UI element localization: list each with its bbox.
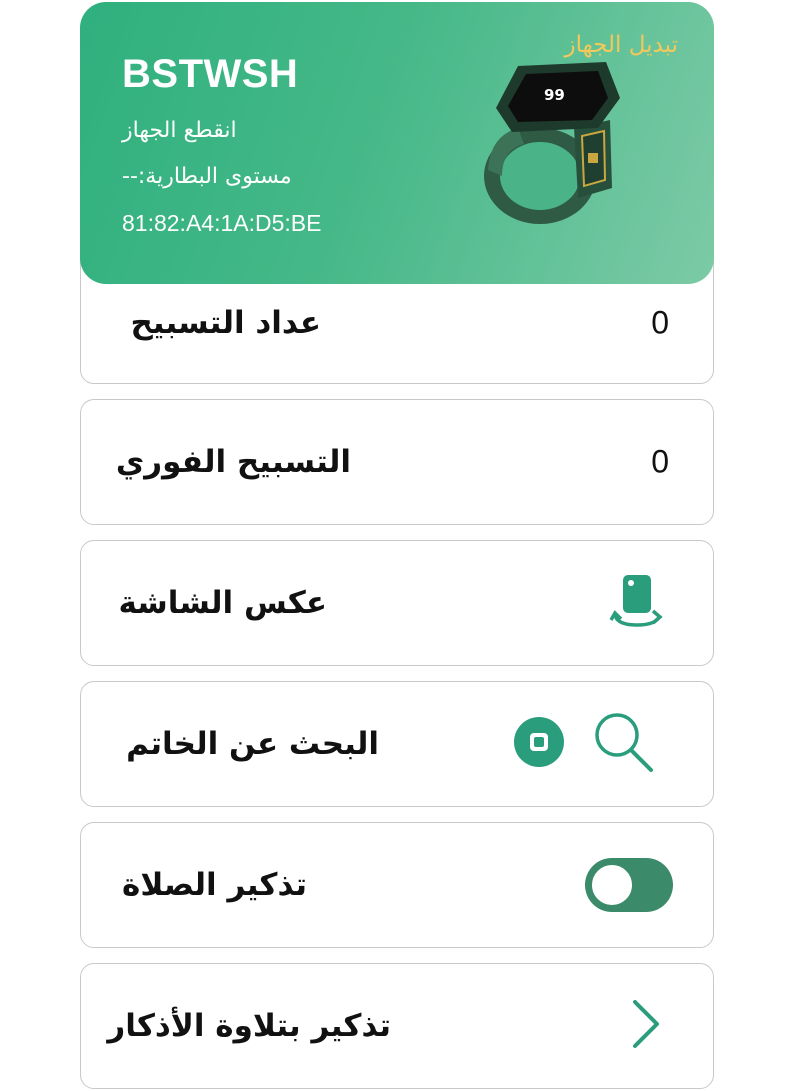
chevron-right-icon[interactable] [631, 998, 661, 1054]
toggle-knob [589, 862, 635, 908]
instant-tasbih-label: التسبيح الفوري [115, 444, 351, 480]
adhkar-reminder-label: تذكير بتلاوة الأذكار [107, 1008, 391, 1044]
instant-tasbih-value: 0 [651, 443, 669, 480]
smart-ring-image: 99 [484, 62, 620, 224]
prayer-reminder-toggle[interactable] [585, 858, 673, 912]
mac-address: 81:82:A4:1A:D5:BE [122, 210, 322, 236]
ring-display-digits: 99 [544, 86, 565, 104]
search-icon[interactable] [591, 709, 657, 779]
prayer-reminder-label: تذكير الصلاة [122, 867, 307, 903]
screen-flip-label: عكس الشاشة [118, 585, 327, 621]
stop-icon[interactable] [513, 716, 565, 772]
screen-flip-row[interactable]: عكس الشاشة [80, 540, 714, 666]
switch-device-link[interactable]: تبديل الجهاز [564, 32, 678, 58]
find-ring-row[interactable]: البحث عن الخاتم [80, 681, 714, 807]
connection-status: انقطع الجهاز [122, 118, 237, 143]
adhkar-reminder-row[interactable]: تذكير بتلاوة الأذكار [80, 963, 714, 1089]
battery-level: مستوى البطارية:-- [122, 164, 292, 189]
find-ring-label: البحث عن الخاتم [126, 726, 379, 762]
device-card: BSTWSH انقطع الجهاز مستوى البطارية:-- 81… [80, 2, 714, 284]
tasbih-counter-value: 0 [651, 304, 669, 341]
instant-tasbih-row[interactable]: التسبيح الفوري 0 [80, 399, 714, 525]
prayer-reminder-row[interactable]: تذكير الصلاة [80, 822, 714, 948]
tasbih-counter-label: عداد التسبيح [130, 305, 321, 341]
screen-flip-icon[interactable] [609, 573, 665, 633]
device-name: BSTWSH [122, 52, 299, 96]
